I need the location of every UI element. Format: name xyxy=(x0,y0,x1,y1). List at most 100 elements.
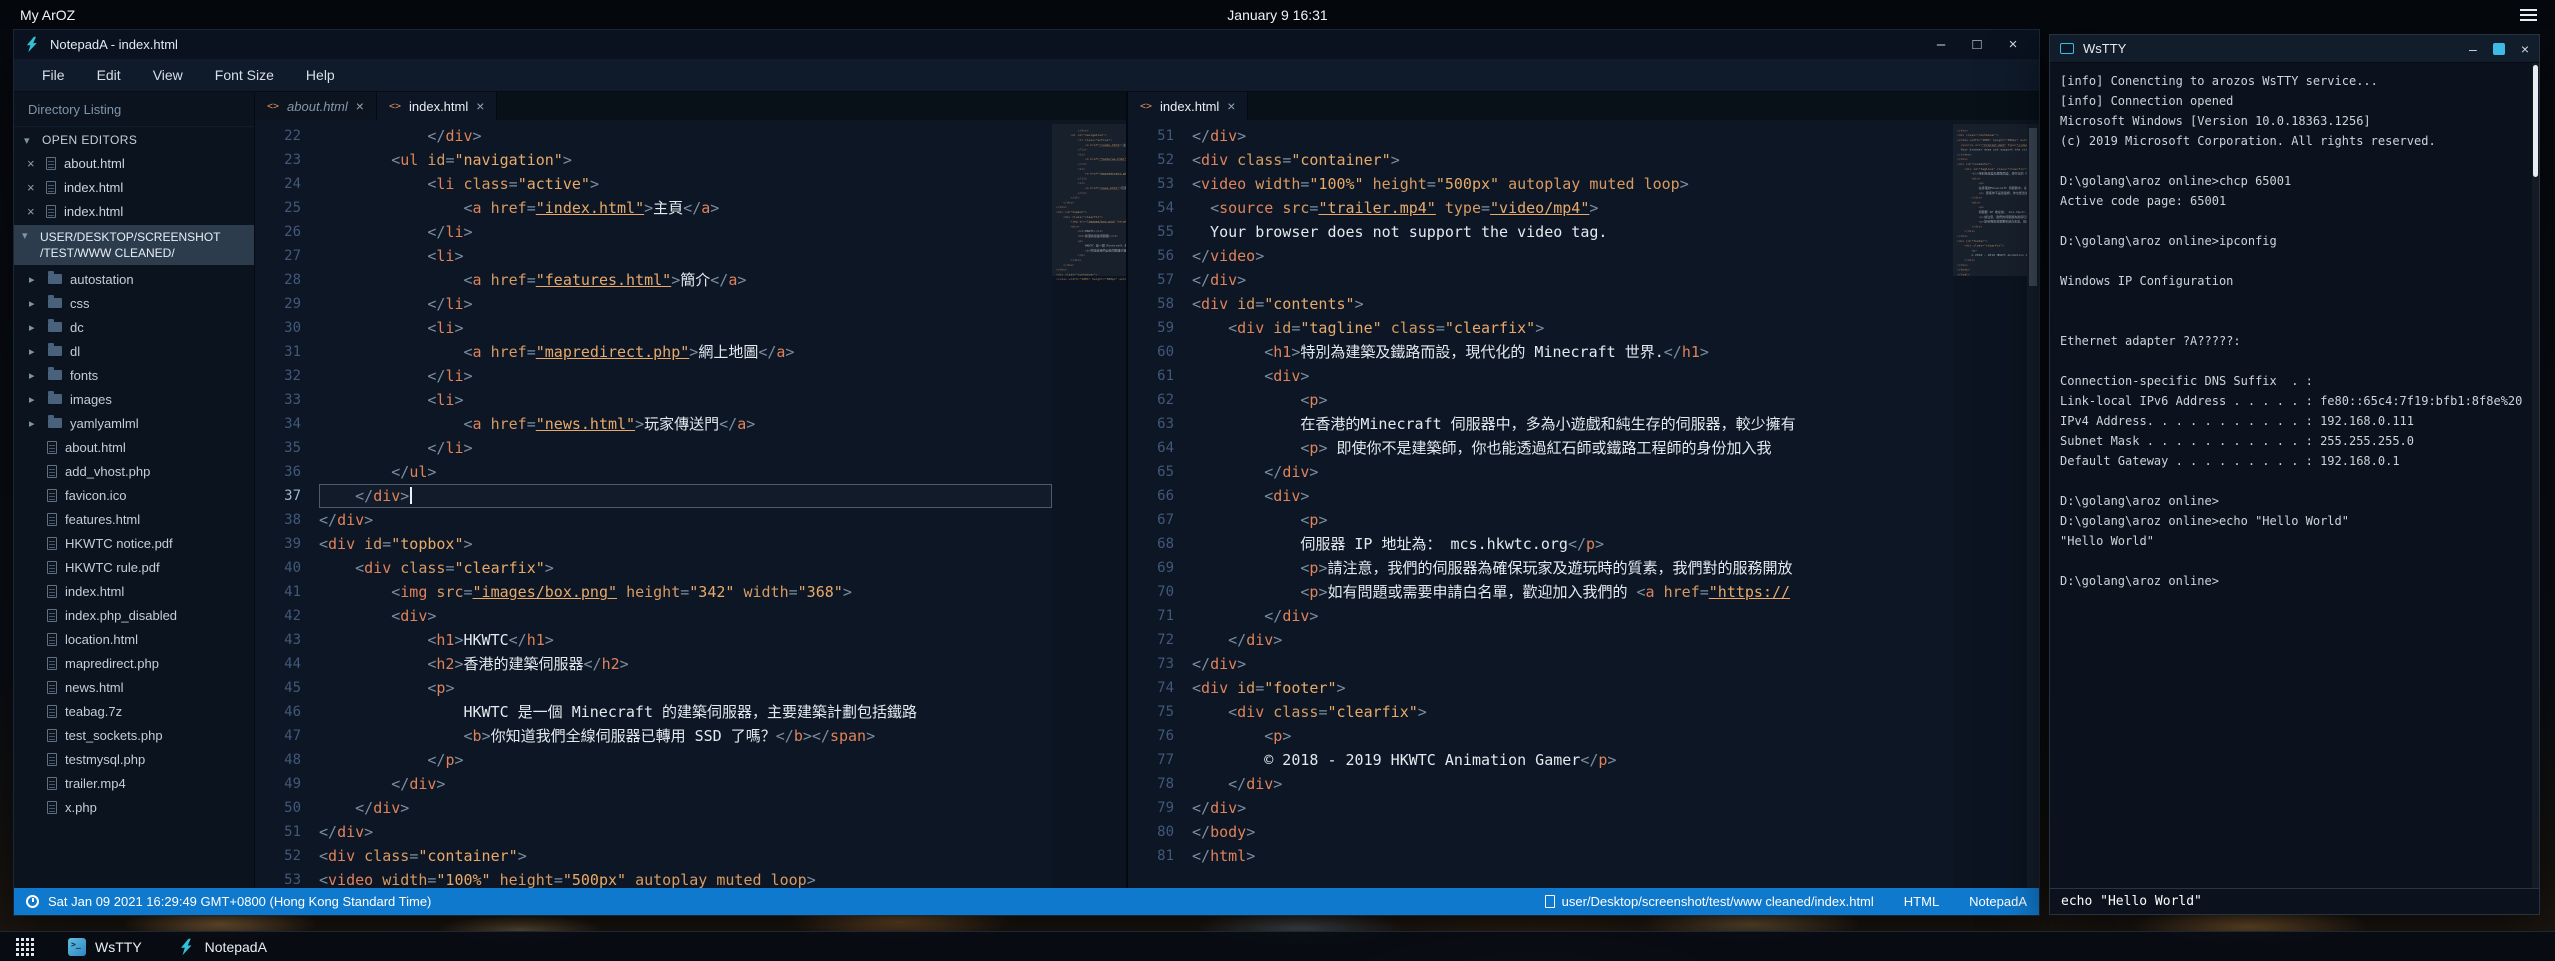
hamburger-menu-icon[interactable] xyxy=(2520,9,2537,21)
tree-file-x.php[interactable]: x.php xyxy=(14,795,254,819)
code-line[interactable]: <a href="news.html">玩家傳送門</a> xyxy=(319,412,1052,436)
code-line[interactable]: </div> xyxy=(1192,652,1953,676)
code-line[interactable]: <p> xyxy=(1192,388,1953,412)
code-line[interactable]: 伺服器 IP 地址為： mcs.hkwtc.org</p> xyxy=(1192,532,1953,556)
workspace-root-folder[interactable]: ▾ USER/DESKTOP/SCREENSHOT /TEST/WWW CLEA… xyxy=(14,225,254,265)
code-line[interactable]: © 2018 - 2019 HKWTC Animation Gamer</p> xyxy=(1192,748,1953,772)
tree-file-features.html[interactable]: features.html xyxy=(14,507,254,531)
tree-file-add_vhost.php[interactable]: add_vhost.php xyxy=(14,459,254,483)
tree-folder-yamlyamlml[interactable]: ▸yamlyamlml xyxy=(14,411,254,435)
code-line[interactable]: <h2>香港的建築伺服器</h2> xyxy=(319,652,1052,676)
code-line[interactable]: </div> xyxy=(319,484,1052,508)
code-line[interactable]: HKWTC 是一個 Minecraft 的建築伺服器，主要建築計劃包括鐵路 xyxy=(319,700,1052,724)
code-line[interactable]: <p>如有問題或需要申請白名單，歡迎加入我們的 <a href="https:/… xyxy=(1192,580,1953,604)
terminal-input[interactable]: echo "Hello World" xyxy=(2050,888,2539,914)
code-line[interactable]: <a href="features.html">簡介</a> xyxy=(319,268,1052,292)
close-icon[interactable]: × xyxy=(356,98,364,114)
tree-folder-dc[interactable]: ▸dc xyxy=(14,315,254,339)
code-line[interactable]: </div> xyxy=(1192,124,1953,148)
scrollbar-thumb[interactable] xyxy=(2533,65,2538,177)
code-line[interactable]: </li> xyxy=(319,364,1052,388)
code-line[interactable]: <li> xyxy=(319,244,1052,268)
code-line[interactable]: </div> xyxy=(319,820,1052,844)
aroz-menu-label[interactable]: My ArOZ xyxy=(0,7,75,23)
minimap[interactable]: </div> <ul id="navigation"> <li class="a… xyxy=(1052,124,1126,888)
tree-file-testmysql.php[interactable]: testmysql.php xyxy=(14,747,254,771)
wstty-titlebar[interactable]: WsTTY – × xyxy=(2050,35,2539,63)
open-editor-item[interactable]: ×about.html xyxy=(14,151,254,175)
code-editor-left[interactable]: 2223242526272829303132333435363738394041… xyxy=(255,120,1126,888)
code-line[interactable]: </div> xyxy=(1192,772,1953,796)
start-button[interactable] xyxy=(0,932,50,961)
code-line[interactable]: </ul> xyxy=(319,460,1052,484)
maximize-button[interactable]: □ xyxy=(1961,30,1993,59)
code-line[interactable]: </div> xyxy=(319,124,1052,148)
code-line[interactable]: <img src="images/box.png" height="342" w… xyxy=(319,580,1052,604)
minimap-viewport[interactable] xyxy=(1052,124,1126,276)
code-line[interactable]: <video width="100%" height="500px" autop… xyxy=(319,868,1052,888)
taskbar-item-notepada[interactable]: NotepadA xyxy=(160,932,285,961)
tree-folder-dl[interactable]: ▸dl xyxy=(14,339,254,363)
menu-file[interactable]: File xyxy=(26,67,81,83)
scrollbar-thumb[interactable] xyxy=(2029,128,2037,286)
code-line[interactable]: </p> xyxy=(319,748,1052,772)
code-line[interactable]: </html> xyxy=(1192,844,1953,868)
minimize-button[interactable]: – xyxy=(2469,41,2477,57)
code-line[interactable]: <div class="clearfix"> xyxy=(1192,700,1953,724)
tree-folder-autostation[interactable]: ▸autostation xyxy=(14,267,254,291)
code-line[interactable]: <h1>特別為建築及鐵路而設，現代化的 Minecraft 世界.</h1> xyxy=(1192,340,1953,364)
code-line[interactable]: <p> xyxy=(319,676,1052,700)
tree-folder-css[interactable]: ▸css xyxy=(14,291,254,315)
close-icon[interactable]: × xyxy=(476,98,484,114)
code-line[interactable]: </div> xyxy=(1192,796,1953,820)
close-icon[interactable]: × xyxy=(27,156,38,171)
tree-file-about.html[interactable]: about.html xyxy=(14,435,254,459)
close-icon[interactable]: × xyxy=(27,180,38,195)
code-line[interactable]: <p> 即使你不是建築師，你也能透過紅石師或鐵路工程師的身份加入我 xyxy=(1192,436,1953,460)
close-icon[interactable]: × xyxy=(27,204,38,219)
code-line[interactable]: <li> xyxy=(319,316,1052,340)
status-language[interactable]: HTML xyxy=(1904,894,1939,909)
minimize-button[interactable]: – xyxy=(1925,30,1957,59)
code-line[interactable]: </div> xyxy=(1192,268,1953,292)
tree-file-HKWTC-rule.pdf[interactable]: HKWTC rule.pdf xyxy=(14,555,254,579)
code-line[interactable]: <div class="clearfix"> xyxy=(319,556,1052,580)
terminal-output[interactable]: [info] Conencting to arozos WsTTY servic… xyxy=(2050,63,2539,888)
code-line[interactable]: </div> xyxy=(319,508,1052,532)
menu-view[interactable]: View xyxy=(137,67,199,83)
code-line[interactable]: </li> xyxy=(319,220,1052,244)
tab-index.html[interactable]: <>index.html× xyxy=(377,92,497,120)
code-line[interactable]: </body> xyxy=(1192,820,1953,844)
tree-file-index.php_disabled[interactable]: index.php_disabled xyxy=(14,603,254,627)
code-line[interactable]: </li> xyxy=(319,292,1052,316)
terminal-scrollbar[interactable] xyxy=(2532,63,2539,888)
editor-scrollbar[interactable] xyxy=(2027,124,2039,888)
tree-folder-images[interactable]: ▸images xyxy=(14,387,254,411)
tree-file-news.html[interactable]: news.html xyxy=(14,675,254,699)
code-line[interactable]: </div> xyxy=(1192,604,1953,628)
code-line[interactable]: Your browser does not support the video … xyxy=(1192,220,1953,244)
tree-file-teabag.7z[interactable]: teabag.7z xyxy=(14,699,254,723)
code-line[interactable]: <div> xyxy=(1192,364,1953,388)
code-line[interactable]: </div> xyxy=(1192,460,1953,484)
notepada-titlebar[interactable]: NotepadA - index.html – □ × xyxy=(14,30,2039,59)
tree-file-location.html[interactable]: location.html xyxy=(14,627,254,651)
code-line[interactable]: <div class="container"> xyxy=(1192,148,1953,172)
minimap-viewport[interactable] xyxy=(1953,124,2027,276)
open-editor-item[interactable]: ×index.html xyxy=(14,199,254,223)
code-line[interactable]: <p> xyxy=(1192,724,1953,748)
code-line[interactable]: <video width="100%" height="500px" autop… xyxy=(1192,172,1953,196)
menu-font-size[interactable]: Font Size xyxy=(199,67,290,83)
minimap[interactable]: </div><div class="container"><video widt… xyxy=(1953,124,2027,888)
tree-file-mapredirect.php[interactable]: mapredirect.php xyxy=(14,651,254,675)
code-line[interactable]: 在香港的Minecraft 伺服器中，多為小遊戲和純生存的伺服器，較少擁有 xyxy=(1192,412,1953,436)
maximize-button[interactable] xyxy=(2493,43,2505,55)
code-line[interactable]: <div> xyxy=(1192,484,1953,508)
code-line[interactable]: <b>你知道我們全線伺服器已轉用 SSD 了嗎？</b></span> xyxy=(319,724,1052,748)
code-line[interactable]: </div> xyxy=(319,772,1052,796)
code-line[interactable]: </li> xyxy=(319,436,1052,460)
tree-folder-fonts[interactable]: ▸fonts xyxy=(14,363,254,387)
code-area[interactable]: </div> <ul id="navigation"> <li class="a… xyxy=(319,124,1052,888)
tree-file-trailer.mp4[interactable]: trailer.mp4 xyxy=(14,771,254,795)
code-line[interactable]: <p>請注意，我們的伺服器為確保玩家及遊玩時的質素，我們對的服務開放 xyxy=(1192,556,1953,580)
